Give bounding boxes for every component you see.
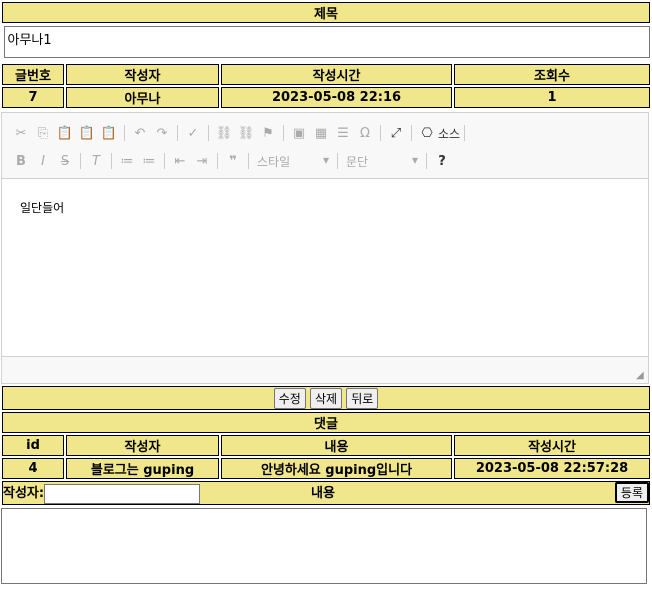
link-icon[interactable]: ⛓ (213, 126, 235, 141)
comment-content: 안녕하세요 guping입니다 (221, 458, 452, 479)
table-row: 4 블로그는 guping 안녕하세요 guping입니다 2023-05-08… (2, 458, 650, 479)
toolbar-separator (80, 153, 81, 169)
special-char-icon[interactable]: Ω (354, 126, 376, 141)
toolbar-separator (464, 125, 466, 141)
toolbar-separator (283, 125, 284, 141)
italic-icon[interactable]: I (32, 154, 54, 169)
outdent-icon[interactable]: ⇤ (169, 154, 191, 169)
edit-button[interactable]: 수정 (273, 387, 306, 409)
cut-icon[interactable]: ✂ (10, 126, 32, 141)
rich-text-editor: ✂ ⎘ 📋 📋 📋 ↶ ↷ ✓ ⛓ ⛓ ⚑ ▣ ▦ ☰ Ω ⤢ ⎔ 소스 B I… (1, 112, 649, 384)
chevron-down-icon: ▾ (322, 152, 329, 167)
table-icon[interactable]: ▦ (310, 126, 332, 141)
column-header-post-number: 글번호 (2, 64, 64, 85)
bold-icon[interactable]: B (10, 154, 32, 169)
image-icon[interactable]: ▣ (288, 126, 310, 141)
post-number-value: 7 (2, 87, 64, 108)
bulleted-list-icon[interactable]: ≔ (138, 154, 160, 169)
comment-column-id: id (2, 435, 64, 456)
remove-format-icon[interactable]: T (85, 154, 107, 169)
comment-author-label: 작성자: (3, 486, 45, 501)
back-button[interactable]: 뒤로 (346, 387, 379, 409)
horizontal-rule-icon[interactable]: ☰ (332, 126, 354, 141)
blockquote-icon[interactable]: ❞ (222, 154, 244, 169)
copy-icon[interactable]: ⎘ (32, 126, 54, 141)
help-icon[interactable]: ? (431, 154, 453, 169)
paste-word-icon[interactable]: 📋 (98, 126, 120, 141)
paste-icon[interactable]: 📋 (54, 126, 76, 141)
toolbar-separator (337, 153, 338, 169)
style-dropdown-label: 스타일 (257, 154, 291, 169)
toolbar-separator (411, 125, 412, 141)
spellcheck-icon[interactable]: ✓ (182, 126, 204, 141)
editor-toolbar: ✂ ⎘ 📋 📋 📋 ↶ ↷ ✓ ⛓ ⛓ ⚑ ▣ ▦ ☰ Ω ⤢ ⎔ 소스 B I… (2, 113, 648, 179)
editor-bottom-bar: ◢ (2, 356, 648, 383)
column-header-views: 조회수 (454, 64, 650, 85)
author-value: 아무나 (66, 87, 219, 108)
indent-icon[interactable]: ⇥ (191, 154, 213, 169)
submit-comment-button[interactable]: 등록 (614, 482, 649, 503)
style-dropdown[interactable]: 스타일 ▾ (253, 153, 333, 170)
delete-button[interactable]: 삭제 (309, 387, 343, 409)
paste-text-icon[interactable]: 📋 (76, 126, 98, 141)
paragraph-dropdown-label: 문단 (346, 154, 369, 169)
post-table: 제목 아무나1 글번호 작성자 작성시간 조회수 7 아무나 2023-05-0… (0, 0, 652, 110)
anchor-flag-icon[interactable]: ⚑ (257, 126, 279, 141)
editor-content[interactable]: 일단들어 (2, 179, 648, 359)
column-header-created-time: 작성시간 (221, 64, 452, 85)
toolbar-separator (217, 153, 218, 169)
toolbar-separator (380, 125, 381, 141)
toolbar-separator (124, 125, 125, 141)
toolbar-separator (426, 153, 427, 169)
maximize-icon[interactable]: ⤢ (385, 126, 407, 141)
column-header-author: 작성자 (66, 64, 219, 85)
created-time-value: 2023-05-08 22:16 (221, 87, 452, 108)
comment-author-input[interactable] (44, 483, 201, 504)
undo-icon[interactable]: ↶ (129, 126, 151, 141)
source-icon[interactable]: ⎔ (416, 126, 438, 141)
toolbar-separator (177, 125, 178, 141)
title-input[interactable]: 아무나1 (3, 26, 650, 58)
toolbar-separator (208, 125, 209, 141)
source-label[interactable]: 소스 (438, 125, 460, 142)
comment-author: 블로그는 guping (66, 458, 219, 479)
comment-content-label: 내용 (311, 486, 335, 501)
toolbar-separator (248, 153, 249, 169)
unlink-icon[interactable]: ⛓ (235, 126, 257, 141)
chevron-down-icon: ▾ (411, 152, 418, 167)
comments-header: 댓글 (2, 412, 650, 433)
redo-icon[interactable]: ↷ (151, 126, 173, 141)
strikethrough-icon[interactable]: S (54, 154, 76, 169)
actions-table: 수정 삭제 뒤로 댓글 id 작성자 내용 작성시간 4 블로그는 guping… (0, 384, 652, 507)
comment-id: 4 (2, 458, 64, 479)
comment-column-time: 작성시간 (454, 435, 650, 456)
comment-column-author: 작성자 (66, 435, 219, 456)
toolbar-separator (164, 153, 165, 169)
views-value: 1 (454, 87, 650, 108)
comment-content-textarea[interactable] (1, 507, 647, 584)
resize-handle-icon[interactable]: ◢ (636, 371, 646, 381)
paragraph-dropdown[interactable]: 문단 ▾ (342, 153, 422, 170)
comment-column-content: 내용 (221, 435, 452, 456)
title-header: 제목 (2, 2, 650, 23)
comment-time: 2023-05-08 22:57:28 (454, 458, 650, 479)
toolbar-separator (111, 153, 112, 169)
numbered-list-icon[interactable]: ≔ (116, 154, 138, 169)
